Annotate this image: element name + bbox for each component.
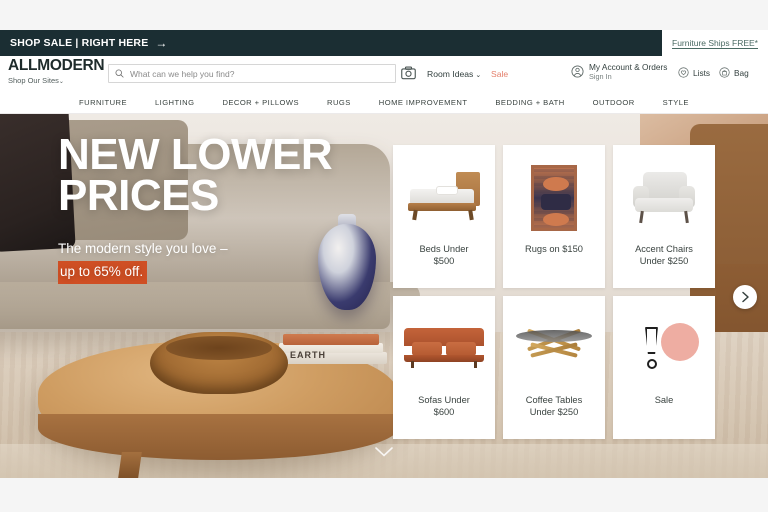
- account-icon: [571, 65, 584, 78]
- hero-banner: EARTH NEW LOWER PRICES The modern style …: [0, 114, 768, 478]
- bag-icon: [719, 67, 730, 78]
- nav-item-lighting[interactable]: LIGHTING: [141, 98, 208, 107]
- lists-label: Lists: [693, 67, 711, 78]
- hero-subtext: The modern style you love – up to 65% of…: [58, 239, 388, 284]
- nav-item-bedding-bath[interactable]: BEDDING + BATH: [481, 98, 578, 107]
- card-sale[interactable]: Sale: [613, 296, 715, 439]
- nav-item-decor-pillows[interactable]: DECOR + PILLOWS: [208, 98, 313, 107]
- nav-item-style[interactable]: STYLE: [649, 98, 703, 107]
- brand-logo: ALLMODERN: [8, 57, 105, 74]
- room-ideas-menu[interactable]: Room Ideas ⌄: [427, 69, 481, 79]
- heart-icon: [678, 67, 689, 78]
- card-accent-chairs-under-250[interactable]: Accent Chairs Under $250: [613, 145, 715, 288]
- card-label-line2: $500: [433, 256, 455, 267]
- hero-headline-line1: NEW LOWER: [58, 130, 333, 179]
- page-root: SHOP SALE | RIGHT HERE → Furniture Ships…: [0, 0, 768, 512]
- hero-headline-line2: PRICES: [58, 171, 219, 221]
- nav-item-furniture[interactable]: FURNITURE: [65, 98, 141, 107]
- book-title-text: EARTH: [290, 350, 326, 360]
- shop-our-sites-dropdown[interactable]: Shop Our Sites⌄: [8, 75, 108, 85]
- search-input[interactable]: [130, 68, 389, 79]
- shop-sale-banner-text: SHOP SALE | RIGHT HERE: [10, 37, 149, 49]
- search-icon: [115, 69, 124, 78]
- bag-menu[interactable]: Bag: [719, 67, 749, 78]
- viewport-bottom-margin: [0, 478, 768, 512]
- card-label-line1: Sofas Under: [418, 395, 470, 405]
- card-label-line1: Beds Under: [419, 244, 469, 254]
- carousel-next-button[interactable]: [733, 285, 757, 309]
- shop-our-sites-label: Shop Our Sites: [8, 75, 59, 85]
- shop-sale-banner[interactable]: SHOP SALE | RIGHT HERE →: [0, 30, 662, 56]
- account-signin[interactable]: Sign In: [589, 72, 667, 81]
- arrow-right-icon: →: [155, 36, 168, 50]
- room-ideas-label: Room Ideas: [427, 69, 474, 79]
- nav-item-rugs[interactable]: RUGS: [313, 98, 365, 107]
- card-label-line1: Coffee Tables: [525, 395, 583, 405]
- sofa-illustration: [401, 306, 487, 392]
- brand-logo-block[interactable]: ALLMODERN Shop Our Sites⌄: [8, 58, 108, 85]
- card-label-line2: $600: [433, 407, 455, 418]
- card-sofas-under-600[interactable]: Sofas Under $600: [393, 296, 495, 439]
- hero-discount-highlight: up to 65% off.: [58, 261, 148, 284]
- rug-illustration: [511, 155, 597, 241]
- card-label-line1: Accent Chairs: [635, 244, 693, 254]
- accent-chair-illustration: [621, 155, 707, 241]
- hero-subtext-line1: The modern style you love –: [58, 240, 228, 256]
- nav-item-home-improvement[interactable]: HOME IMPROVEMENT: [365, 98, 482, 107]
- camera-icon[interactable]: [401, 66, 416, 80]
- card-label-line1: Rugs on $150: [525, 244, 583, 254]
- shipping-note-text: Furniture Ships FREE*: [672, 38, 758, 48]
- card-rugs-on-150[interactable]: Rugs on $150: [503, 145, 605, 288]
- search-bar[interactable]: [108, 64, 396, 83]
- chevron-right-icon: [741, 291, 749, 303]
- main-navigation: FURNITURE LIGHTING DECOR + PILLOWS RUGS …: [0, 92, 768, 114]
- card-coffee-tables-under-250[interactable]: Coffee Tables Under $250: [503, 296, 605, 439]
- category-card-grid: Beds Under $500 Rugs on $150 Accent Chai…: [393, 145, 715, 439]
- card-beds-under-500[interactable]: Beds Under $500: [393, 145, 495, 288]
- promo-bar: SHOP SALE | RIGHT HERE → Furniture Ships…: [0, 30, 768, 56]
- coffee-table-illustration: [511, 306, 597, 392]
- card-label-line2: Under $250: [529, 407, 579, 418]
- viewport-top-margin: [0, 0, 768, 30]
- nav-item-outdoor[interactable]: OUTDOOR: [579, 98, 649, 107]
- bag-label: Bag: [734, 67, 749, 78]
- card-label-line1: Sale: [654, 395, 674, 405]
- chevron-down-icon: ⌄: [475, 72, 482, 79]
- account-menu[interactable]: My Account & Orders Sign In: [571, 62, 667, 81]
- hero-copy: NEW LOWER PRICES The modern style you lo…: [58, 130, 388, 284]
- chevron-down-icon: ⌄: [58, 78, 64, 85]
- shipping-note[interactable]: Furniture Ships FREE*: [672, 30, 758, 56]
- bed-illustration: [401, 155, 487, 241]
- scroll-down-chevron-icon[interactable]: [374, 446, 394, 458]
- sale-illustration: [621, 306, 707, 392]
- header-sale-link[interactable]: Sale: [491, 69, 508, 79]
- card-label-line2: Under $250: [639, 256, 689, 267]
- lists-menu[interactable]: Lists: [678, 67, 710, 78]
